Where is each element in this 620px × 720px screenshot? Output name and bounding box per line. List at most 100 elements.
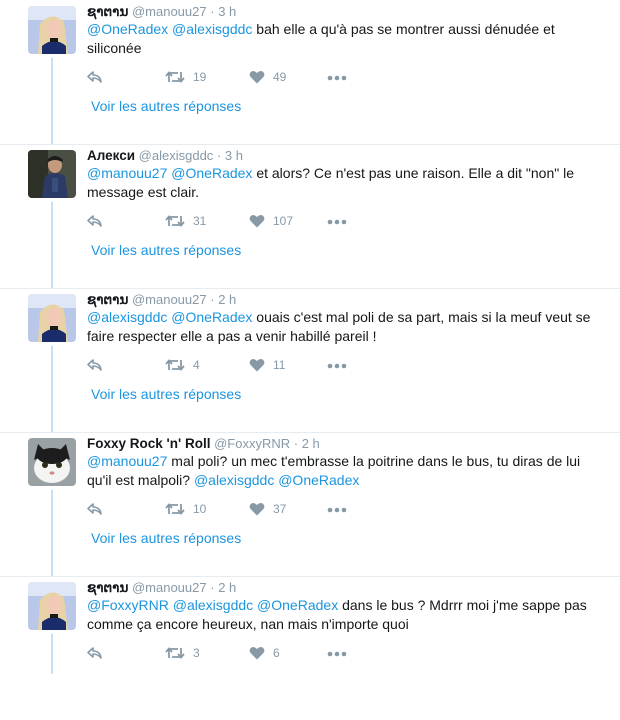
show-more-replies-link[interactable]: Voir les autres réponses (91, 98, 241, 114)
separator-dot: · (210, 580, 215, 595)
timestamp[interactable]: 2 h (218, 292, 236, 307)
tweet[interactable]: ຊາຕານ @manouu27 · 2 h @FoxxyRNR @alexisg… (0, 576, 620, 720)
reply-icon (87, 502, 103, 516)
more-options-button[interactable] (327, 501, 347, 519)
mention-link[interactable]: @alexisgddc (172, 21, 252, 37)
heart-icon (249, 358, 265, 372)
heart-icon (249, 214, 265, 228)
heart-icon (249, 70, 265, 84)
mention-link[interactable]: @OneRadex (257, 597, 338, 613)
reply-button[interactable] (87, 356, 103, 374)
reply-icon (87, 214, 103, 228)
reply-icon (87, 358, 103, 372)
retweet-button[interactable]: 31 (165, 212, 206, 230)
tweet-header: ຊາຕານ @manouu27 · 2 h (87, 292, 236, 308)
like-button[interactable]: 37 (249, 500, 286, 518)
reply-button[interactable] (87, 500, 103, 518)
retweet-count: 19 (193, 70, 207, 84)
mention-link[interactable]: @alexisgddc (194, 472, 274, 488)
heart-icon (249, 502, 265, 516)
tweet-divider (0, 144, 620, 145)
tweet-body: @alexisgddc @OneRadex ouais c'est mal po… (87, 308, 592, 346)
retweet-icon (165, 358, 185, 372)
show-more-replies-link[interactable]: Voir les autres réponses (91, 242, 241, 258)
mention-link[interactable]: @OneRadex (87, 21, 168, 37)
reply-icon (87, 70, 103, 84)
show-more-replies-link[interactable]: Voir les autres réponses (91, 386, 241, 402)
mention-link[interactable]: @alexisgddc (87, 309, 167, 325)
tweet-divider (0, 288, 620, 289)
avatar[interactable] (28, 582, 76, 630)
like-count: 6 (273, 646, 280, 660)
reply-button[interactable] (87, 212, 103, 230)
user-handle[interactable]: @alexisgddc (139, 148, 214, 163)
like-button[interactable]: 6 (249, 644, 280, 662)
like-button[interactable]: 11 (249, 356, 285, 374)
heart-icon (249, 646, 265, 660)
like-count: 49 (273, 70, 287, 84)
retweet-button[interactable]: 4 (165, 356, 200, 374)
like-button[interactable]: 49 (249, 68, 286, 86)
display-name[interactable]: Foxxy Rock 'n' Roll (87, 436, 210, 451)
mention-link[interactable]: @OneRadex (278, 472, 359, 488)
like-count: 107 (273, 214, 294, 228)
show-more-replies-link[interactable]: Voir les autres réponses (91, 530, 241, 546)
retweet-button[interactable]: 3 (165, 644, 200, 662)
timestamp[interactable]: 3 h (225, 148, 243, 163)
tweet-header: ຊາຕານ @manouu27 · 2 h (87, 580, 236, 596)
more-dots-icon (327, 651, 347, 657)
avatar[interactable] (28, 294, 76, 342)
like-count: 11 (273, 358, 286, 372)
display-name[interactable]: ຊາຕານ (87, 4, 128, 19)
retweet-icon (165, 70, 185, 84)
user-handle[interactable]: @manouu27 (132, 580, 207, 595)
mention-link[interactable]: @FoxxyRNR (87, 597, 169, 613)
retweet-button[interactable]: 19 (165, 68, 206, 86)
more-options-button[interactable] (327, 357, 347, 375)
tweet-header: Алекси @alexisgddc · 3 h (87, 148, 243, 163)
display-name[interactable]: Алекси (87, 148, 135, 163)
more-dots-icon (327, 363, 347, 369)
tweet-body: @FoxxyRNR @alexisgddc @OneRadex dans le … (87, 596, 592, 634)
retweet-count: 31 (193, 214, 207, 228)
display-name[interactable]: ຊາຕານ (87, 292, 128, 307)
user-handle[interactable]: @manouu27 (132, 292, 207, 307)
retweet-icon (165, 646, 185, 660)
more-options-button[interactable] (327, 645, 347, 663)
retweet-icon (165, 502, 185, 516)
mention-link[interactable]: @manouu27 (87, 165, 167, 181)
tweet-divider (0, 432, 620, 433)
like-button[interactable]: 107 (249, 212, 293, 230)
avatar[interactable] (28, 150, 76, 198)
mention-link[interactable]: @OneRadex (171, 309, 252, 325)
reply-icon (87, 646, 103, 660)
more-options-button[interactable] (327, 69, 347, 87)
tweet-actions: 19 49 (87, 68, 387, 86)
timestamp[interactable]: 2 h (302, 436, 320, 451)
more-options-button[interactable] (327, 213, 347, 231)
timestamp[interactable]: 2 h (218, 580, 236, 595)
tweet[interactable]: Алекси @alexisgddc · 3 h @manouu27 @OneR… (0, 144, 620, 288)
tweet-header: Foxxy Rock 'n' Roll @FoxxyRNR · 2 h (87, 436, 320, 451)
user-handle[interactable]: @FoxxyRNR (214, 436, 290, 451)
tweet[interactable]: Foxxy Rock 'n' Roll @FoxxyRNR · 2 h @man… (0, 432, 620, 576)
tweet[interactable]: ຊາຕານ @manouu27 · 3 h @OneRadex @alexisg… (0, 0, 620, 144)
retweet-icon (165, 214, 185, 228)
separator-dot: · (216, 148, 222, 163)
tweet-actions: 31 107 (87, 212, 387, 230)
avatar[interactable] (28, 6, 76, 54)
reply-button[interactable] (87, 644, 103, 662)
like-count: 37 (273, 502, 287, 516)
timestamp[interactable]: 3 h (218, 4, 236, 19)
mention-link[interactable]: @manouu27 (87, 453, 167, 469)
retweet-count: 4 (193, 358, 200, 372)
mention-link[interactable]: @OneRadex (171, 165, 252, 181)
user-handle[interactable]: @manouu27 (132, 4, 207, 19)
tweet-actions: 10 37 (87, 500, 387, 518)
retweet-button[interactable]: 10 (165, 500, 206, 518)
display-name[interactable]: ຊາຕານ (87, 580, 128, 595)
mention-link[interactable]: @alexisgddc (173, 597, 253, 613)
avatar[interactable] (28, 438, 76, 486)
reply-button[interactable] (87, 68, 103, 86)
tweet[interactable]: ຊາຕານ @manouu27 · 2 h @alexisgddc @OneRa… (0, 288, 620, 432)
